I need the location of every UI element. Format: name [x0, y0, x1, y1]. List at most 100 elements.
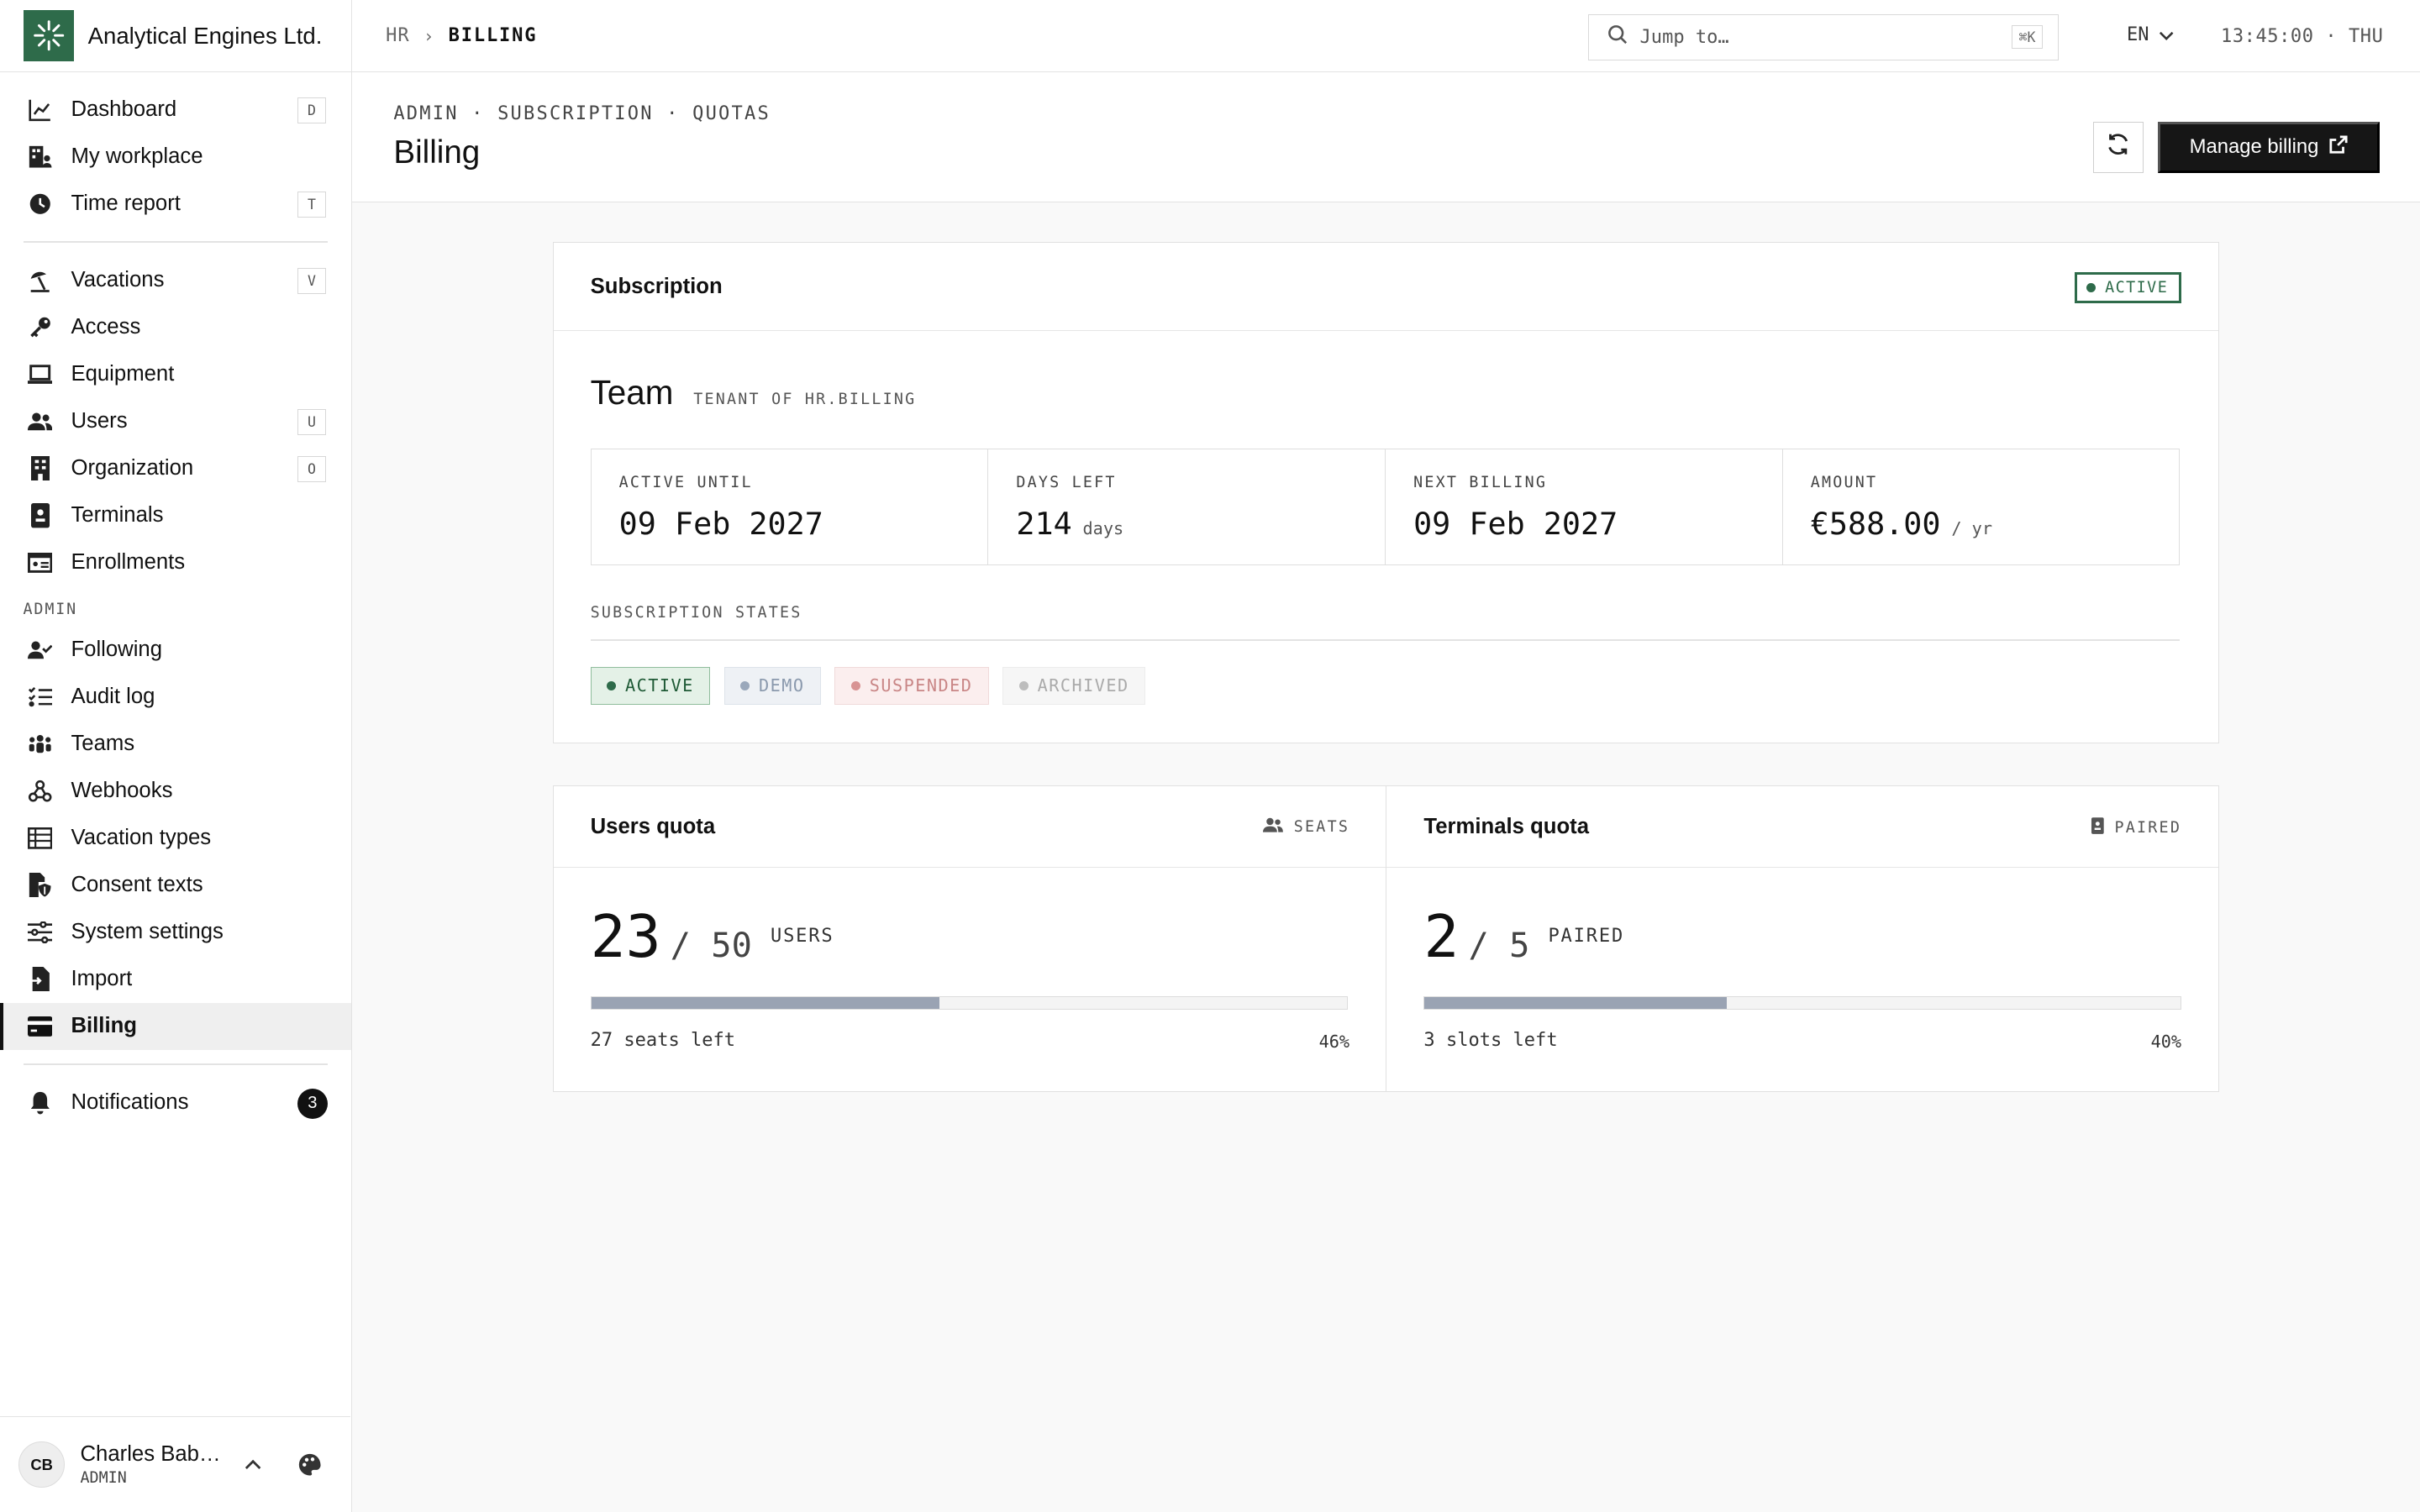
plan-row: Team TENANT OF HR.BILLING [591, 373, 917, 412]
state-chip-suspended: SUSPENDED [834, 667, 989, 705]
search-input[interactable] [1639, 26, 1949, 48]
sidebar-item-label: Equipment [71, 362, 175, 386]
sidebar-item-vacations[interactable]: Vacations V [0, 257, 351, 304]
metric-unit: days [1082, 517, 1124, 538]
id-card-icon [28, 550, 53, 575]
plan-tenant: TENANT OF HR.BILLING [693, 390, 917, 408]
quota-percent: 46% [1318, 1031, 1350, 1052]
sidebar-item-teams[interactable]: Teams [0, 721, 351, 768]
sidebar-item-consent-texts[interactable]: Consent texts [0, 862, 351, 909]
state-dot [739, 680, 750, 690]
sidebar-item-label: Following [71, 638, 163, 662]
sidebar-item-organization[interactable]: Organization O [0, 445, 351, 492]
quota-tag: PAIRED [2091, 816, 2181, 838]
metric-days-left: DAYS LEFT 214 days [988, 449, 1386, 565]
metric-label: AMOUNT [1810, 474, 1878, 491]
sidebar-item-label: My workplace [71, 144, 203, 169]
sidebar-item-label: Billing [71, 1014, 137, 1038]
language-value: EN [2126, 24, 2149, 46]
chart-line-icon [28, 97, 52, 122]
sidebar-item-notifications[interactable]: Notifications 3 [0, 1079, 351, 1126]
metric-number: 09 Feb 2027 [1413, 505, 1618, 542]
refresh-button[interactable] [2092, 122, 2144, 173]
card-title: Users quota [590, 814, 716, 838]
quota-percent: 40% [2150, 1031, 2182, 1052]
metric-next-billing: NEXT BILLING 09 Feb 2027 [1386, 449, 1783, 565]
sidebar-item-access[interactable]: Access [0, 304, 351, 351]
sidebar-item-enrollments[interactable]: Enrollments [0, 539, 351, 586]
breadcrumb-item[interactable]: HR [386, 25, 409, 46]
brand[interactable]: Analytical Engines Ltd. [0, 0, 351, 73]
status-dot [2086, 283, 2096, 293]
quota-figure: 2 / 5 PAIRED [1423, 903, 1624, 971]
breadcrumb-current: BILLING [448, 25, 538, 47]
quota-progress-fill [591, 996, 939, 1010]
user-menu[interactable]: CB Charles Bab… ADMIN [0, 1416, 350, 1512]
sidebar-item-webhooks[interactable]: Webhooks [0, 768, 351, 815]
sidebar-item-import[interactable]: Import [0, 956, 351, 1003]
sidebar-item-label: Notifications [71, 1090, 189, 1115]
sidebar-item-label: Access [71, 315, 141, 339]
search-shortcut: ⌘K [2012, 25, 2043, 49]
sidebar-item-label: Organization [71, 456, 194, 480]
search-icon [1607, 23, 1628, 51]
clock: 13:45:00 · THU [2221, 26, 2384, 48]
card-header: Subscription ACTIVE [553, 243, 2219, 332]
sidebar-item-label: Time report [71, 192, 181, 216]
subscription-card: Subscription ACTIVE Team TENANT OF HR.BI… [552, 242, 2220, 744]
external-link-icon [2318, 135, 2348, 160]
chevron-up-icon[interactable] [240, 1459, 265, 1470]
divider [23, 1063, 329, 1066]
sidebar-item-my-workplace[interactable]: My workplace [0, 134, 351, 181]
terminal-device-icon [28, 503, 52, 528]
divider [590, 639, 2181, 642]
divider [23, 241, 329, 244]
quota-progress-bar [1423, 995, 2182, 1011]
state-chip-active: ACTIVE [590, 667, 711, 705]
quota-remaining: 27 seats left [590, 1030, 736, 1052]
sidebar-item-terminals[interactable]: Terminals [0, 492, 351, 539]
sidebar-item-vacation-types[interactable]: Vacation types [0, 815, 351, 862]
sidebar-item-equipment[interactable]: Equipment [0, 351, 351, 398]
palette-icon[interactable] [297, 1452, 324, 1477]
state-label: ARCHIVED [1037, 675, 1129, 696]
quota-unit: PAIRED [1548, 926, 1625, 948]
file-import-icon [28, 967, 52, 992]
user-name: Charles Bab… [80, 1441, 221, 1466]
sidebar-item-label: Vacations [71, 268, 165, 292]
admin-section-heading: ADMIN [23, 600, 77, 618]
brand-name: Analytical Engines Ltd. [87, 22, 323, 49]
sidebar-item-system-settings[interactable]: System settings [0, 909, 351, 956]
page-header: ADMIN · SUBSCRIPTION · QUOTAS Billing Ma… [351, 72, 2420, 202]
brand-logo-icon [23, 10, 75, 61]
sidebar-item-label: Import [71, 967, 133, 991]
states-heading: SUBSCRIPTION STATES [590, 604, 802, 622]
metric-value: €588.00 / yr [1811, 506, 2180, 542]
sidebar-item-users[interactable]: Users U [0, 398, 351, 445]
shortcut-key: V [297, 267, 327, 294]
language-select[interactable]: EN [2127, 24, 2174, 45]
sidebar-item-label: Webhooks [71, 779, 173, 803]
plan-name: Team [590, 372, 674, 412]
sliders-icon [28, 920, 53, 944]
sidebar-item-dashboard[interactable]: Dashboard D [0, 87, 351, 134]
file-shield-icon [28, 872, 52, 898]
quota-total: / 50 [670, 925, 752, 966]
sidebar-item-label: System settings [71, 920, 224, 944]
terminals-quota-card: Terminals quota PAIRED 2 / 5 PAIRED 3 sl… [1386, 785, 2220, 1093]
sidebar-item-following[interactable]: Following [0, 627, 351, 674]
metric-active-until: ACTIVE UNTIL 09 Feb 2027 [592, 449, 989, 565]
manage-billing-button[interactable]: Manage billing [2157, 122, 2381, 173]
sidebar-item-billing[interactable]: Billing [0, 1002, 351, 1051]
webhook-icon [28, 779, 52, 803]
sidebar-item-audit-log[interactable]: Audit log [0, 674, 351, 721]
card-title: Terminals quota [1423, 814, 1590, 838]
sidebar-item-time-report[interactable]: Time report T [0, 181, 351, 228]
breadcrumb-separator: › [424, 25, 435, 46]
metric-amount: AMOUNT €588.00 / yr [1783, 449, 2180, 565]
search-box[interactable]: ⌘K [1587, 13, 2060, 60]
laptop-icon [28, 362, 53, 386]
quota-used: 23 [590, 903, 661, 972]
breadcrumb: HR › BILLING [386, 25, 537, 46]
sidebar-item-label: Users [71, 409, 128, 433]
